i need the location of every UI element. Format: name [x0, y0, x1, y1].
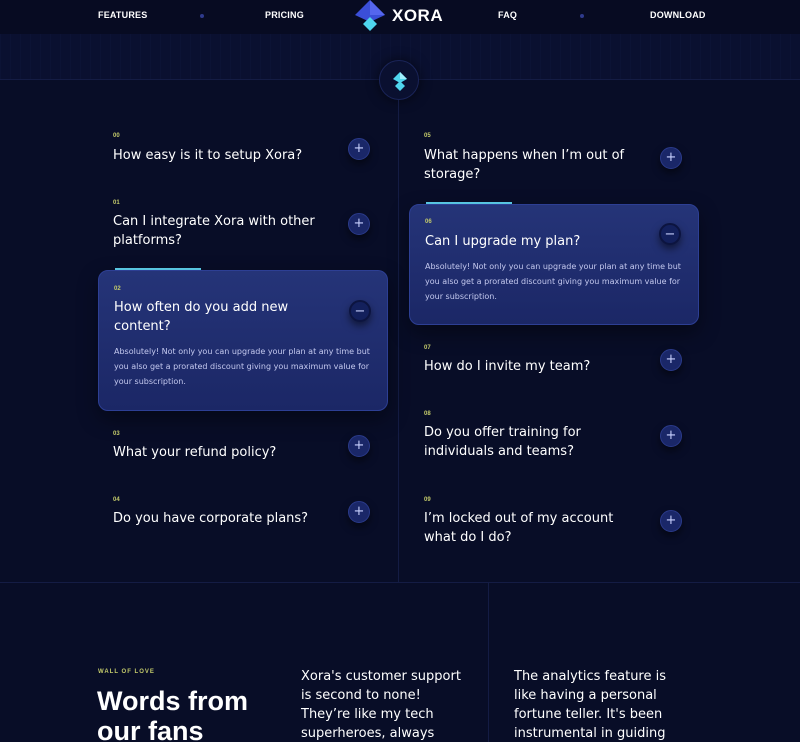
section-heading: Words from our fans: [97, 686, 249, 742]
faq-number: 00: [113, 133, 120, 139]
plus-icon[interactable]: +: [348, 435, 370, 457]
faq-item[interactable]: 03 What your refund policy? +: [98, 428, 388, 468]
faq-number: 09: [424, 497, 431, 503]
faq-item[interactable]: 08 Do you offer training for individuals…: [409, 408, 699, 468]
section-divider: [0, 582, 800, 583]
faq-question[interactable]: What happens when I’m out of storage?: [424, 146, 634, 184]
faq-question[interactable]: What your refund policy?: [113, 443, 333, 462]
testimonial-quote: Xora's customer support is second to non…: [301, 669, 461, 741]
faq-number: 06: [425, 219, 432, 225]
faq-question[interactable]: How do I invite my team?: [424, 357, 644, 376]
faq-number: 03: [113, 431, 120, 437]
nav-separator-dot: [580, 14, 584, 18]
plus-icon[interactable]: +: [348, 501, 370, 523]
faq-question[interactable]: How easy is it to setup Xora?: [113, 146, 333, 165]
testimonial-quote: The analytics feature is like having a p…: [514, 669, 667, 741]
faq-badge: [379, 60, 419, 100]
faq-question[interactable]: Can I upgrade my plan?: [425, 232, 645, 251]
section-kicker: WALL OF LOVE: [98, 669, 155, 675]
faq-answer: Absolutely! Not only you can upgrade you…: [425, 262, 681, 301]
nav-download-link[interactable]: DOWNLOAD: [650, 10, 706, 20]
faq-item[interactable]: 00 How easy is it to setup Xora? +: [98, 128, 388, 178]
faq-question[interactable]: How often do you add new content?: [114, 298, 314, 336]
faq-item-open[interactable]: 06 Can I upgrade my plan? − Absolutely! …: [409, 204, 699, 325]
plus-icon[interactable]: +: [348, 213, 370, 235]
faq-number: 07: [424, 345, 431, 351]
faq-answer: Absolutely! Not only you can upgrade you…: [114, 347, 370, 386]
plus-icon[interactable]: +: [660, 349, 682, 371]
faq-item[interactable]: 05 What happens when I’m out of storage?…: [409, 128, 699, 188]
nav-faq-link[interactable]: FAQ: [498, 10, 517, 20]
faq-item[interactable]: 09 I’m locked out of my account what do …: [409, 494, 699, 554]
nav-pricing-link[interactable]: PRICING: [265, 10, 304, 20]
faq-question[interactable]: Do you offer training for individuals an…: [424, 423, 624, 461]
plus-icon[interactable]: +: [348, 138, 370, 160]
faq-item[interactable]: 01 Can I integrate Xora with other platf…: [98, 194, 388, 254]
faq-number: 04: [113, 497, 120, 503]
faq-item-open[interactable]: 02 How often do you add new content? − A…: [98, 270, 388, 411]
xora-diamond-icon: [393, 72, 407, 91]
top-navigation: FEATURES PRICING XORA FAQ DOWNLOAD: [0, 0, 800, 34]
nav-features-link[interactable]: FEATURES: [98, 10, 147, 20]
testimonial-divider: [488, 582, 489, 742]
plus-icon[interactable]: +: [660, 147, 682, 169]
column-divider: [398, 100, 399, 582]
faq-question[interactable]: Do you have corporate plans?: [113, 509, 333, 528]
faq-item[interactable]: 04 Do you have corporate plans? +: [98, 494, 388, 534]
minus-icon[interactable]: −: [659, 223, 681, 245]
plus-icon[interactable]: +: [660, 425, 682, 447]
faq-number: 05: [424, 133, 431, 139]
nav-separator-dot: [200, 14, 204, 18]
plus-icon[interactable]: +: [660, 510, 682, 532]
faq-question[interactable]: I’m locked out of my account what do I d…: [424, 509, 624, 547]
faq-number: 02: [114, 286, 121, 292]
minus-icon[interactable]: −: [349, 300, 371, 322]
brand-name[interactable]: XORA: [392, 6, 443, 26]
faq-item[interactable]: 07 How do I invite my team? +: [409, 342, 699, 382]
faq-number: 08: [424, 411, 431, 417]
faq-question[interactable]: Can I integrate Xora with other platform…: [113, 212, 323, 250]
faq-number: 01: [113, 200, 120, 206]
